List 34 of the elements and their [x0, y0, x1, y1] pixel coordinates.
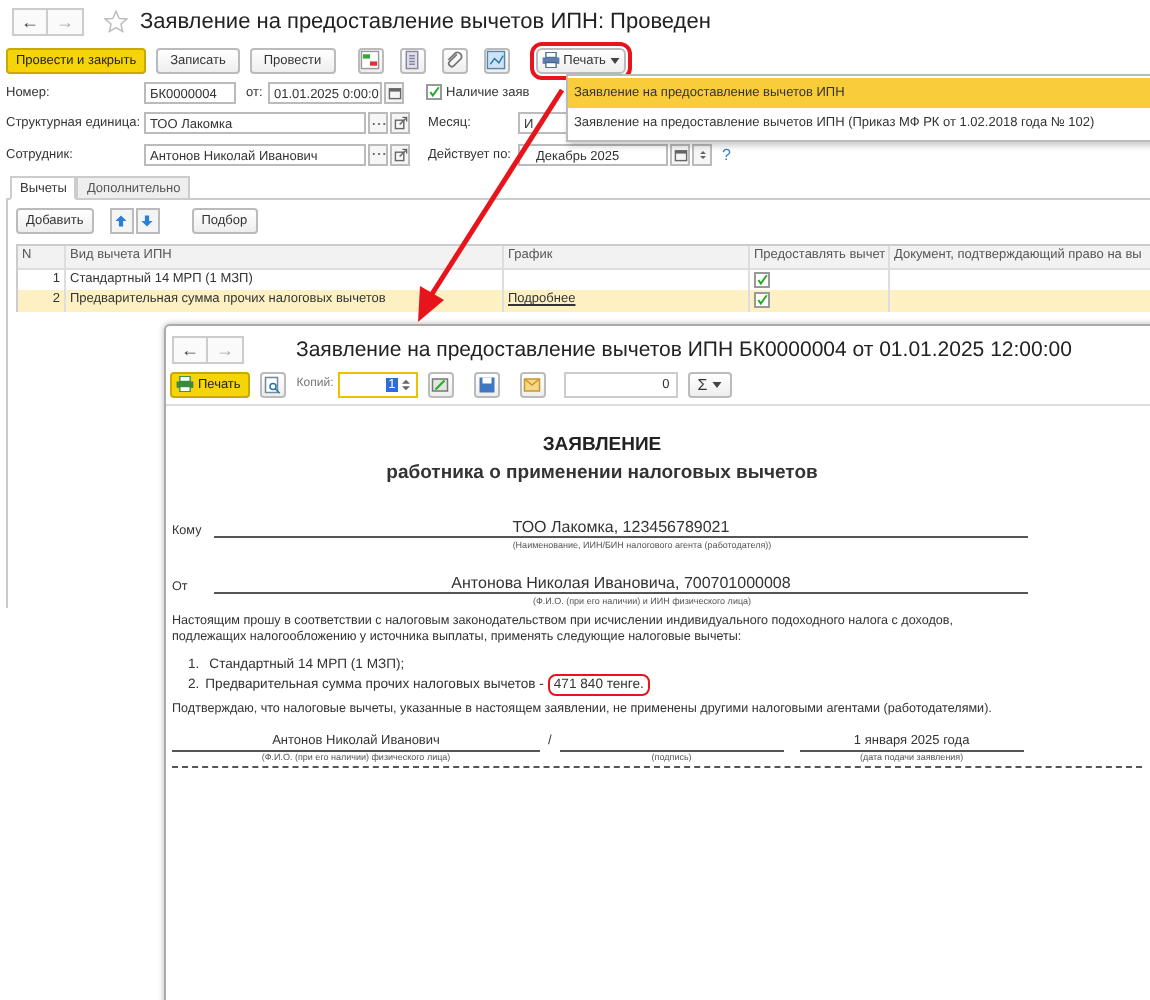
calendar-icon[interactable]: [384, 81, 404, 103]
checkbox[interactable]: [754, 271, 770, 288]
save-icon[interactable]: [473, 371, 500, 397]
window-title: Заявление на предоставление вычетов ИПН: Проведен: [140, 10, 711, 34]
checkbox[interactable]: [754, 292, 770, 309]
spin-icon[interactable]: [692, 143, 712, 165]
caret-icon: [711, 381, 722, 387]
star-icon[interactable]: [104, 10, 128, 34]
checkbox[interactable]: [426, 84, 442, 100]
caret-icon: [609, 57, 620, 63]
back-button[interactable]: ←: [172, 335, 208, 363]
help-link[interactable]: ?: [722, 145, 731, 163]
sum-button[interactable]: Σ: [687, 371, 732, 397]
debit-credit-icon[interactable]: [357, 47, 384, 73]
window-title: Заявление на предоставление вычетов ИПН БК0000004 от 01.01.2025 12:00:00: [296, 337, 1072, 361]
edit-icon[interactable]: [427, 371, 454, 397]
mail-icon[interactable]: [519, 371, 546, 397]
document-icon[interactable]: [399, 47, 426, 73]
party-value: ТОО Лакомка, 123456789021: [512, 518, 730, 536]
ellipsis-icon[interactable]: [368, 143, 388, 165]
printer-icon: [176, 376, 194, 392]
printer-icon: [541, 52, 560, 68]
preview-icon[interactable]: [260, 371, 287, 397]
open-icon[interactable]: [390, 112, 410, 134]
open-icon[interactable]: [390, 143, 410, 165]
document-subheading: работника о применении налоговых вычетов: [384, 462, 820, 484]
calendar-icon[interactable]: [670, 143, 690, 165]
paperclip-icon[interactable]: [441, 47, 468, 73]
spin-icon[interactable]: [401, 377, 410, 391]
report-icon[interactable]: [483, 47, 510, 73]
back-button[interactable]: ←: [12, 8, 48, 36]
document-heading: ЗАЯВЛЕНИЕ: [540, 434, 664, 456]
ellipsis-icon[interactable]: [368, 112, 388, 134]
party-value: Антонова Николая Ивановича, 700701000008: [451, 574, 791, 592]
